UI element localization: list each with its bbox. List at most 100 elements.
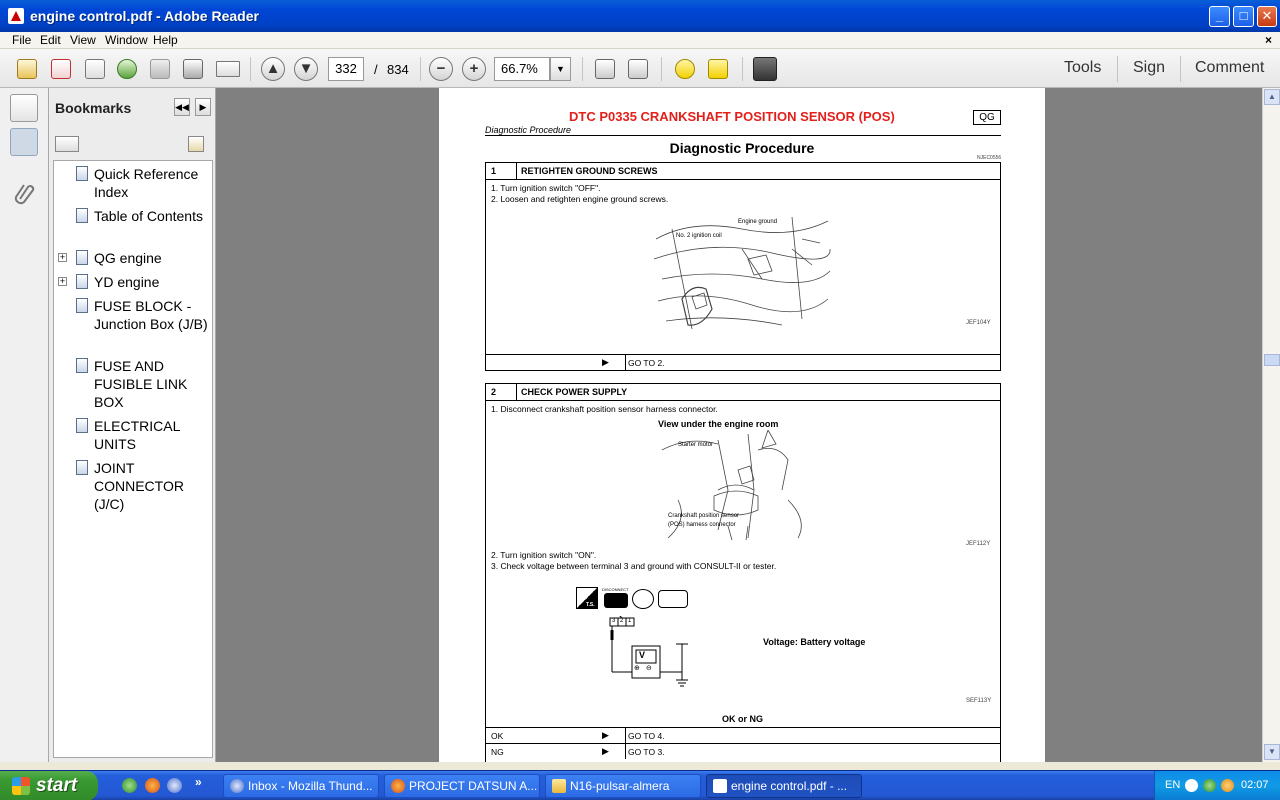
adobe-reader-icon — [8, 8, 24, 24]
figure-label: Engine ground — [738, 219, 778, 225]
menu-file[interactable]: File — [12, 33, 31, 47]
open-icon[interactable] — [17, 59, 37, 79]
taskbar-item-thunderbird[interactable]: Inbox - Mozilla Thund... — [223, 774, 379, 798]
collapse-panel-icon[interactable]: ◀◀ — [174, 98, 190, 116]
result-row-ok: OK ▶ GO TO 4. — [486, 727, 1000, 743]
firefox-icon — [391, 779, 405, 793]
bookmark-item-quick-reference-index[interactable]: Quick Reference Index — [54, 165, 210, 203]
menu-window[interactable]: Window — [105, 33, 148, 47]
quick-launch-chevron-icon[interactable]: » — [195, 775, 202, 789]
bookmark-icon — [76, 166, 88, 181]
sign-pane-button[interactable]: Sign — [1133, 59, 1165, 77]
upload-cloud-icon[interactable] — [117, 59, 137, 79]
edit-icon[interactable] — [85, 59, 105, 79]
result-row: ▶ GO TO 2. — [486, 354, 1000, 370]
instruction: 1. Disconnect crankshaft position sensor… — [491, 404, 718, 414]
page-thumbnails-icon[interactable] — [10, 94, 38, 122]
system-tray: EN 02:07 — [1154, 771, 1280, 800]
title-bar: engine control.pdf - Adobe Reader _ □ ✕ — [0, 0, 1280, 32]
taskbar-item-firefox[interactable]: PROJECT DATSUN A... — [384, 774, 540, 798]
vertical-scrollbar[interactable]: ▲ ▼ — [1262, 88, 1280, 762]
scroll-thumb[interactable] — [1264, 354, 1280, 366]
figure-label: (POS) harness connector — [668, 522, 736, 528]
menu-help[interactable]: Help — [153, 33, 178, 47]
close-button[interactable]: ✕ — [1257, 6, 1277, 27]
save-icon[interactable] — [150, 59, 170, 79]
page-number-input[interactable]: 332 — [328, 57, 364, 81]
email-icon[interactable] — [216, 61, 240, 77]
zoom-out-icon[interactable]: − — [429, 57, 453, 81]
maximize-button[interactable]: □ — [1233, 6, 1254, 27]
header-rule — [485, 135, 1001, 136]
print-icon[interactable] — [183, 59, 203, 79]
next-page-icon[interactable]: ▼ — [294, 57, 318, 81]
terminal-2-label: 2 — [620, 618, 624, 624]
expand-plus-icon[interactable]: + — [58, 277, 67, 286]
bookmark-item-electrical-units[interactable]: ELECTRICAL UNITS — [54, 417, 210, 455]
fit-page-icon[interactable] — [628, 59, 648, 79]
document-view[interactable]: DTC P0335 CRANKSHAFT POSITION SENSOR (PO… — [216, 88, 1262, 762]
network-icon[interactable] — [1203, 779, 1216, 792]
thunderbird-icon[interactable] — [167, 778, 182, 793]
bookmark-item-qg-engine[interactable]: + QG engine — [54, 249, 210, 269]
menu-view[interactable]: View — [70, 33, 96, 47]
bookmark-icon — [76, 208, 88, 223]
zoom-input[interactable]: 66.7% — [494, 57, 550, 81]
bookmark-item-fuse-block[interactable]: FUSE BLOCK - Junction Box (J/B) — [54, 297, 210, 353]
start-button[interactable]: start — [0, 771, 98, 800]
engine-icon — [658, 590, 688, 608]
security-icon[interactable] — [1221, 779, 1234, 792]
close-document-icon[interactable]: × — [1265, 33, 1272, 47]
previous-page-icon[interactable]: ▲ — [261, 57, 285, 81]
engine-ground-diagram — [653, 216, 831, 330]
expand-current-bookmark-icon[interactable] — [188, 136, 204, 152]
instruction: 2. Turn ignition switch "ON". — [491, 550, 597, 560]
expand-panel-icon[interactable]: ▶ — [195, 98, 211, 116]
bookmarks-icon[interactable] — [10, 128, 38, 156]
language-indicator[interactable]: EN — [1165, 779, 1180, 791]
taskbar-item-adobe-reader[interactable]: engine control.pdf - ... — [706, 774, 862, 798]
step-number: 2 — [491, 387, 497, 397]
toolbar-separator — [661, 57, 662, 81]
step-2-header: 2 CHECK POWER SUPPLY — [486, 384, 1000, 401]
bookmark-item-table-of-contents[interactable]: Table of Contents — [54, 207, 210, 245]
section-heading: Diagnostic Procedure — [669, 140, 815, 156]
zoom-dropdown-chevron-down-icon[interactable]: ▼ — [550, 57, 571, 81]
comment-pane-button[interactable]: Comment — [1195, 59, 1264, 77]
scroll-down-icon[interactable]: ▼ — [1264, 744, 1280, 760]
bookmark-icon — [76, 358, 88, 373]
sticky-note-icon[interactable] — [675, 59, 695, 79]
create-pdf-icon[interactable] — [51, 59, 71, 79]
quick-launch-icon[interactable] — [122, 778, 137, 793]
minimize-button[interactable]: _ — [1209, 6, 1230, 27]
bookmark-item-joint-connector[interactable]: JOINT CONNECTOR (J/C) — [54, 459, 210, 515]
expand-plus-icon[interactable]: + — [58, 253, 67, 262]
taskbar-item-folder[interactable]: N16-pulsar-almera — [545, 774, 701, 798]
ok-or-ng-label: OK or NG — [722, 714, 764, 724]
clock: 02:07 — [1241, 779, 1269, 791]
figure-code: JEF104Y — [966, 320, 991, 326]
attachments-paperclip-icon[interactable] — [10, 178, 38, 206]
scroll-up-icon[interactable]: ▲ — [1264, 89, 1280, 105]
bookmark-item-fuse-and-fusible-link-box[interactable]: FUSE AND FUSIBLE LINK BOX — [54, 357, 210, 413]
adobe-reader-icon — [713, 779, 727, 793]
ignition-switch-icon — [632, 589, 654, 609]
page-subtitle: Diagnostic Procedure — [485, 125, 572, 135]
highlight-icon[interactable] — [708, 59, 728, 79]
scrolling-mode-icon[interactable] — [595, 59, 615, 79]
bookmark-item-yd-engine[interactable]: + YD engine — [54, 273, 210, 293]
bookmark-label: FUSE AND FUSIBLE LINK BOX — [94, 358, 188, 410]
tray-expand-icon[interactable] — [1185, 779, 1198, 792]
result-row-ng: NG ▶ GO TO 3. — [486, 743, 1000, 759]
tools-pane-button[interactable]: Tools — [1064, 59, 1101, 77]
voltage-circuit-diagram — [609, 616, 688, 687]
firefox-icon[interactable] — [145, 778, 160, 793]
window-title: engine control.pdf - Adobe Reader — [30, 8, 259, 24]
result-action: GO TO 3. — [628, 747, 665, 757]
menu-edit[interactable]: Edit — [40, 33, 61, 47]
full-screen-icon[interactable] — [753, 57, 777, 81]
bookmark-icon — [76, 274, 88, 289]
bookmark-label: JOINT CONNECTOR (J/C) — [94, 460, 184, 512]
bookmark-options-icon[interactable] — [55, 136, 79, 152]
zoom-in-icon[interactable]: + — [462, 57, 486, 81]
